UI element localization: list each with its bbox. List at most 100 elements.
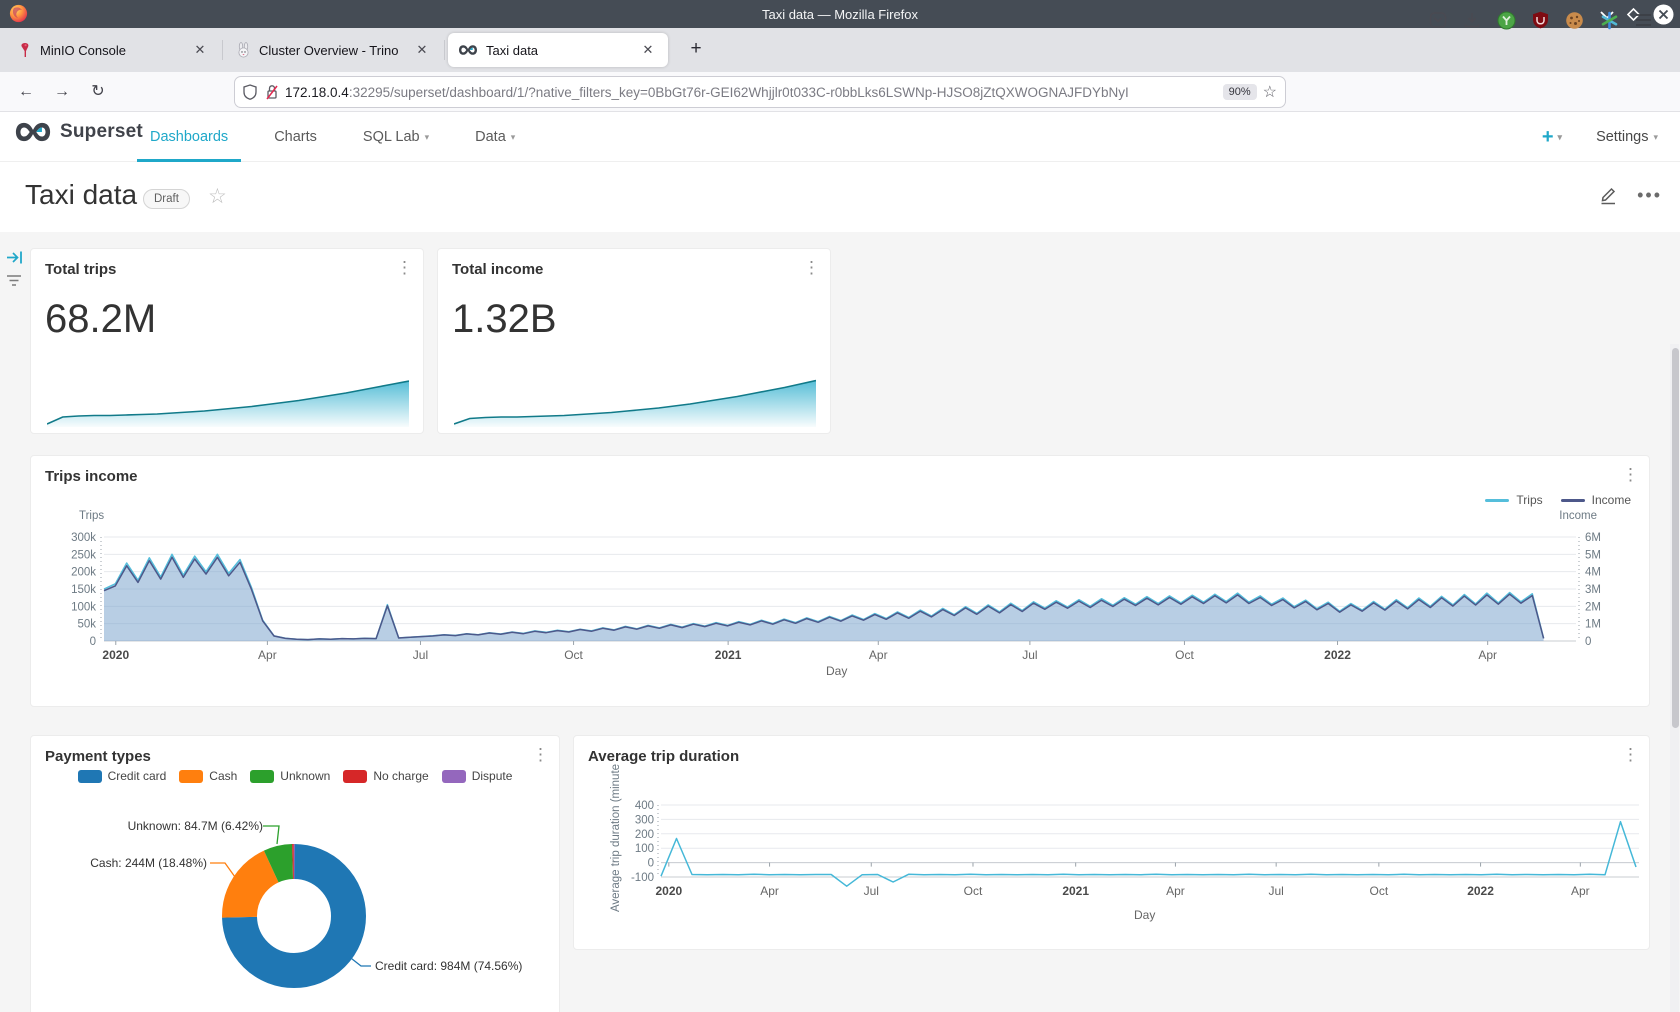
asterisk-extension-icon[interactable] (1600, 11, 1619, 30)
svg-text:0: 0 (90, 636, 96, 648)
tab-close-icon[interactable]: ✕ (412, 40, 432, 60)
reload-button[interactable]: ↻ (84, 78, 112, 106)
svg-text:1M: 1M (1585, 619, 1601, 631)
zoom-level-badge[interactable]: 90% (1223, 84, 1257, 100)
download-icon[interactable] (1463, 11, 1481, 29)
svg-text:0: 0 (648, 858, 654, 870)
card-total-trips: Total trips ⋮ 68.2M (30, 248, 424, 434)
svg-text:6M: 6M (1585, 532, 1601, 544)
chevron-down-icon: ▾ (511, 132, 516, 143)
tab-close-icon[interactable]: ✕ (638, 40, 658, 60)
settings-menu[interactable]: Settings▾ (1596, 129, 1658, 145)
extension-green-icon[interactable] (1497, 11, 1516, 30)
tracking-shield-icon[interactable] (243, 84, 257, 100)
pie-label-cash: Cash: 244M (18.48%) (67, 856, 207, 870)
expand-filter-bar-icon[interactable] (6, 250, 23, 265)
superset-logo-icon (14, 120, 52, 144)
dashboard-title: Taxi data (25, 179, 137, 211)
svg-text:2022: 2022 (1324, 648, 1351, 662)
svg-text:2020: 2020 (102, 648, 129, 662)
nav-item-sql-lab[interactable]: SQL Lab▾ (363, 129, 429, 145)
svg-text:2021: 2021 (1062, 884, 1089, 898)
minio-icon (18, 42, 32, 58)
dashboard-content: Total trips ⋮ 68.2M Total income ⋮ 1.32B… (0, 232, 1680, 1012)
card-menu-icon[interactable]: ⋮ (396, 259, 413, 277)
tab-taxi-data[interactable]: Taxi data ✕ (448, 33, 668, 67)
total-trips-sparkline (47, 371, 409, 427)
card-menu-icon[interactable]: ⋮ (803, 259, 820, 277)
tab-label: Cluster Overview - Trino (259, 43, 404, 58)
tab-separator (444, 40, 445, 60)
more-options-icon[interactable]: ••• (1637, 185, 1662, 206)
close-button[interactable] (1653, 4, 1674, 25)
dashboard-header: Taxi data Draft ☆ ••• (0, 162, 1680, 232)
x-axis-label: Day (826, 664, 847, 678)
tab-bar: MinIO Console ✕ Cluster Overview - Trino… (0, 28, 1680, 72)
tab-trino[interactable]: Cluster Overview - Trino ✕ (226, 33, 442, 67)
svg-text:Oct: Oct (564, 648, 583, 662)
total-income-value: 1.32B (452, 297, 557, 342)
svg-text:Oct: Oct (1370, 884, 1389, 898)
tab-label: MinIO Console (40, 43, 182, 58)
svg-text:250k: 250k (71, 549, 96, 561)
card-title: Total income (452, 261, 543, 278)
tab-minio-console[interactable]: MinIO Console ✕ (8, 33, 220, 67)
svg-text:50k: 50k (77, 619, 96, 631)
svg-text:100: 100 (635, 843, 654, 855)
svg-text:4M: 4M (1585, 567, 1601, 579)
url-text[interactable]: 172.18.0.4:32295/superset/dashboard/1/?n… (285, 85, 1217, 100)
svg-text:2021: 2021 (715, 648, 742, 662)
chevron-down-icon: ▾ (1653, 132, 1658, 143)
menu-hamburger-icon[interactable] (1635, 13, 1652, 27)
svg-text:400: 400 (635, 800, 654, 812)
page-scrollbar-thumb[interactable] (1672, 348, 1679, 728)
tab-label: Taxi data (486, 43, 630, 58)
svg-text:100k: 100k (71, 601, 96, 613)
nav-item-dashboards[interactable]: Dashboards (150, 129, 228, 145)
svg-text:300k: 300k (71, 532, 96, 544)
favorite-star-icon[interactable]: ☆ (208, 184, 227, 209)
svg-text:Oct: Oct (964, 884, 983, 898)
card-trips-income: Trips income ⋮ TripsIncome Trips Income … (30, 455, 1650, 707)
toolbar-extensions (1429, 6, 1652, 34)
superset-navbar: Superset Dashboards Charts SQL Lab▾ Data… (0, 112, 1680, 162)
svg-text:5M: 5M (1585, 549, 1601, 561)
edit-pencil-icon[interactable] (1597, 184, 1619, 206)
svg-text:Apr: Apr (760, 884, 779, 898)
svg-text:Apr: Apr (1166, 884, 1185, 898)
svg-text:300: 300 (635, 814, 654, 826)
svg-text:Jul: Jul (1268, 884, 1283, 898)
cookie-extension-icon[interactable] (1565, 11, 1584, 30)
total-trips-value: 68.2M (45, 297, 156, 342)
nav-item-charts[interactable]: Charts (274, 129, 317, 145)
pocket-icon[interactable] (1429, 11, 1447, 29)
window-title: Taxi data — Mozilla Firefox (0, 7, 1680, 22)
tab-close-icon[interactable]: ✕ (190, 40, 210, 60)
forward-button[interactable]: → (48, 78, 76, 106)
chevron-down-icon: ▾ (1558, 132, 1563, 143)
firefox-window: Taxi data — Mozilla Firefox MinIO Consol… (0, 0, 1680, 1012)
url-path: :32295/superset/dashboard/1/?native_filt… (349, 85, 1129, 100)
nav-item-data[interactable]: Data▾ (475, 129, 515, 145)
chevron-down-icon: ▾ (425, 132, 430, 143)
new-item-plus-button[interactable]: +▾ (1542, 126, 1562, 149)
bookmark-star-icon[interactable]: ☆ (1263, 82, 1277, 102)
svg-text:3M: 3M (1585, 584, 1601, 596)
filter-icon[interactable] (6, 274, 22, 287)
new-tab-button[interactable]: + (682, 36, 710, 64)
ublock-icon[interactable] (1532, 11, 1549, 29)
insecure-lock-icon[interactable] (265, 84, 279, 100)
svg-text:2M: 2M (1585, 601, 1601, 613)
url-host: 172.18.0.4 (285, 85, 349, 100)
titlebar: Taxi data — Mozilla Firefox (0, 0, 1680, 28)
url-bar[interactable]: 172.18.0.4:32295/superset/dashboard/1/?n… (234, 76, 1286, 108)
svg-text:Jul: Jul (413, 648, 428, 662)
superset-brand[interactable]: Superset (14, 120, 143, 144)
svg-text:Jul: Jul (1022, 648, 1037, 662)
pie-label-unknown: Unknown: 84.7M (6.42%) (91, 819, 263, 833)
tab-separator (222, 40, 223, 60)
total-income-sparkline (454, 371, 816, 427)
brand-name: Superset (60, 121, 143, 143)
back-button[interactable]: ← (12, 78, 40, 106)
svg-text:200k: 200k (71, 567, 96, 579)
